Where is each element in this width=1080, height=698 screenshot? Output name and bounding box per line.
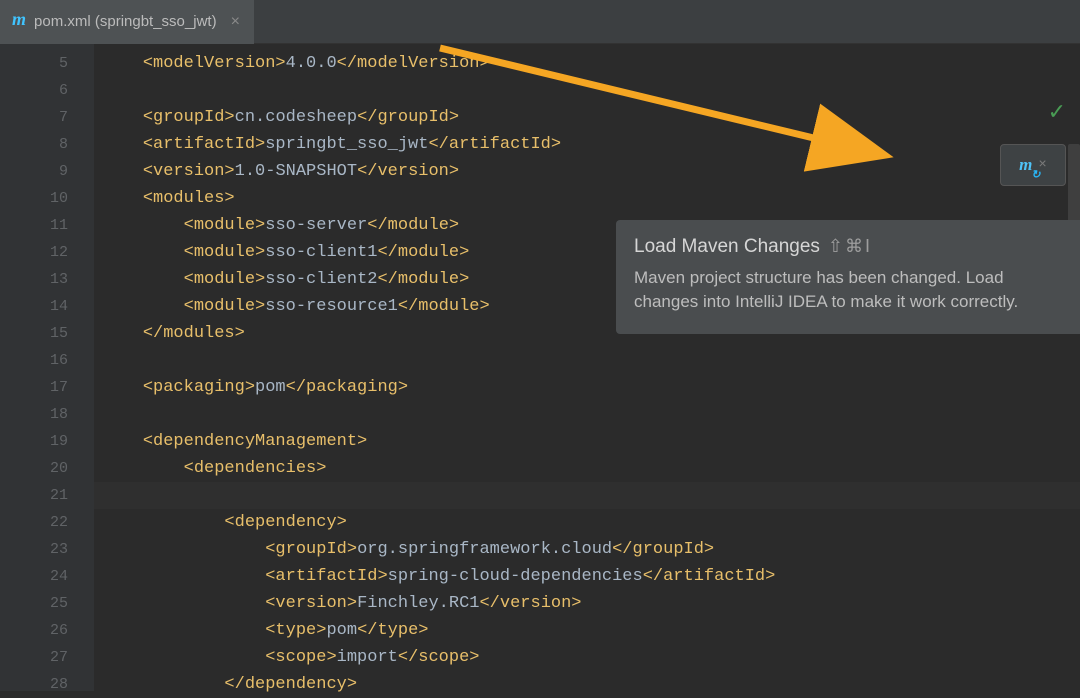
maven-reload-icon: m ↻ [1019, 155, 1032, 175]
line-number: 8 [0, 131, 68, 158]
line-number: 22 [0, 509, 68, 536]
line-number: 28 [0, 671, 68, 698]
code-line[interactable]: <version>Finchley.RC1</version> [102, 590, 1080, 617]
code-line[interactable]: <dependencies> [102, 455, 1080, 482]
line-number: 21 [0, 482, 68, 509]
line-number: 27 [0, 644, 68, 671]
line-number: 10 [0, 185, 68, 212]
code-line[interactable]: <scope>import</scope> [102, 644, 1080, 671]
load-maven-changes-button[interactable]: m ↻ × [1000, 144, 1066, 186]
code-line[interactable] [102, 401, 1080, 428]
code-line[interactable] [102, 347, 1080, 374]
tooltip-shortcut: ⇧⌘I [828, 236, 872, 256]
code-line[interactable]: </dependency> [102, 671, 1080, 698]
line-number: 20 [0, 455, 68, 482]
editor-tab[interactable]: m pom.xml (springbt_sso_jwt) × [0, 0, 254, 44]
maven-changes-tooltip: Load Maven Changes⇧⌘I Maven project stru… [616, 220, 1080, 334]
line-number: 14 [0, 293, 68, 320]
line-number: 17 [0, 374, 68, 401]
line-number-gutter: 5678910111213141516171819202122232425262… [0, 44, 94, 691]
line-number: 16 [0, 347, 68, 374]
line-number: 19 [0, 428, 68, 455]
code-line[interactable]: <dependencyManagement> [102, 428, 1080, 455]
line-number: 23 [0, 536, 68, 563]
code-line[interactable]: <dependency> [102, 509, 1080, 536]
line-number: 9 [0, 158, 68, 185]
line-number: 12 [0, 239, 68, 266]
tab-filename: pom.xml (springbt_sso_jwt) [34, 13, 217, 30]
code-line[interactable] [102, 482, 1080, 509]
line-number: 18 [0, 401, 68, 428]
code-line[interactable]: <artifactId>springbt_sso_jwt</artifactId… [102, 131, 1080, 158]
code-line[interactable]: <version>1.0-SNAPSHOT</version> [102, 158, 1080, 185]
line-number: 26 [0, 617, 68, 644]
line-number: 7 [0, 104, 68, 131]
line-number: 11 [0, 212, 68, 239]
line-number: 5 [0, 50, 68, 77]
code-line[interactable] [102, 77, 1080, 104]
line-number: 6 [0, 77, 68, 104]
line-number: 15 [0, 320, 68, 347]
code-line[interactable]: <groupId>org.springframework.cloud</grou… [102, 536, 1080, 563]
tooltip-title: Load Maven Changes⇧⌘I [634, 236, 1060, 258]
code-line[interactable]: <artifactId>spring-cloud-dependencies</a… [102, 563, 1080, 590]
code-area[interactable]: <modelVersion>4.0.0</modelVersion> <grou… [94, 44, 1080, 691]
code-line[interactable]: <modelVersion>4.0.0</modelVersion> [102, 50, 1080, 77]
tab-bar: m pom.xml (springbt_sso_jwt) × [0, 0, 1080, 44]
maven-file-icon: m [12, 9, 26, 30]
editor: 5678910111213141516171819202122232425262… [0, 44, 1080, 691]
close-tab-icon[interactable]: × [231, 13, 240, 31]
code-line[interactable]: <packaging>pom</packaging> [102, 374, 1080, 401]
inspection-ok-icon[interactable]: ✓ [1048, 100, 1066, 126]
code-line[interactable]: <type>pom</type> [102, 617, 1080, 644]
code-line[interactable]: <modules> [102, 185, 1080, 212]
line-number: 24 [0, 563, 68, 590]
tooltip-body: Maven project structure has been changed… [634, 266, 1060, 314]
line-number: 25 [0, 590, 68, 617]
code-line[interactable]: <groupId>cn.codesheep</groupId> [102, 104, 1080, 131]
line-number: 13 [0, 266, 68, 293]
